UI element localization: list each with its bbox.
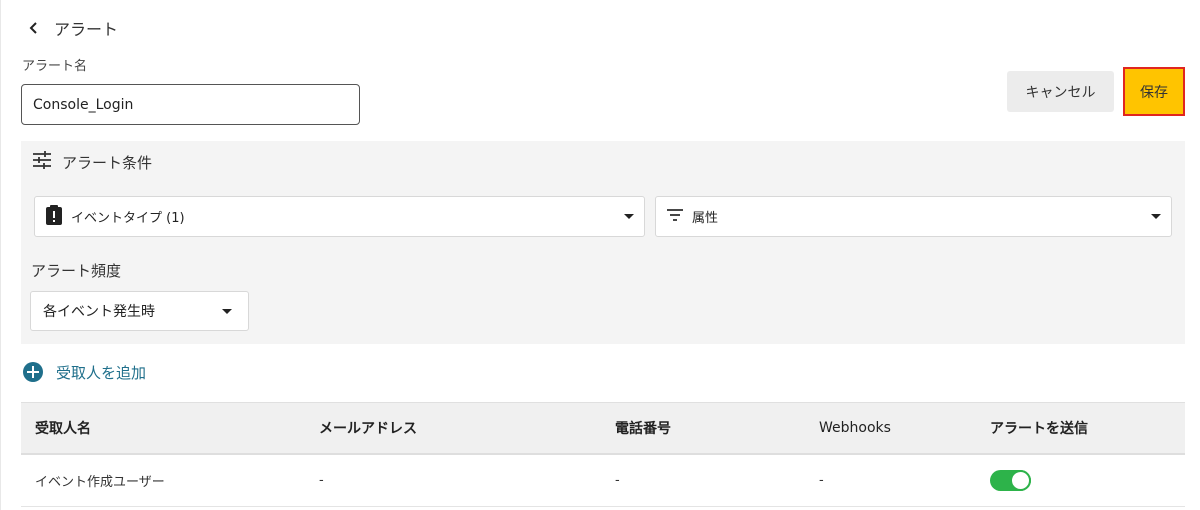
- caret-down-icon: [1151, 214, 1161, 219]
- page-left-border: [0, 0, 1, 510]
- cancel-button[interactable]: キャンセル: [1007, 71, 1114, 112]
- back-link[interactable]: アラート: [22, 16, 118, 40]
- event-type-value: イベントタイプ (1): [71, 211, 185, 226]
- alert-frequency-dropdown[interactable]: 各イベント発生時: [30, 291, 249, 331]
- attribute-value: 属性: [692, 211, 719, 226]
- alert-conditions-title: アラート条件: [62, 153, 153, 172]
- column-header-send-alert[interactable]: アラートを送信: [990, 403, 1088, 453]
- table-header: 受取人名 メールアドレス 電話番号 Webhooks アラートを送信: [21, 402, 1185, 455]
- column-header-phone[interactable]: 電話番号: [615, 403, 671, 453]
- attribute-dropdown[interactable]: 属性: [655, 196, 1172, 237]
- recipient-phone-cell: -: [615, 473, 620, 488]
- page-title: アラート: [54, 20, 119, 39]
- toggle-knob: [1010, 470, 1031, 491]
- recipient-webhooks-cell: -: [819, 473, 824, 488]
- add-recipient-button[interactable]: 受取人を追加: [23, 360, 146, 384]
- clipboard-alert-icon: [45, 204, 63, 229]
- event-type-dropdown[interactable]: イベントタイプ (1): [34, 196, 645, 237]
- column-header-webhooks[interactable]: Webhooks: [819, 403, 891, 453]
- filter-icon: [666, 207, 684, 226]
- alert-conditions-header: アラート条件: [32, 151, 152, 173]
- recipients-table: 受取人名 メールアドレス 電話番号 Webhooks アラートを送信 イベント作…: [21, 402, 1185, 507]
- save-button[interactable]: 保存: [1123, 67, 1185, 116]
- column-header-name[interactable]: 受取人名: [35, 403, 91, 453]
- chevron-left-icon: [22, 16, 46, 40]
- add-recipient-label: 受取人を追加: [56, 363, 147, 382]
- caret-down-icon: [624, 214, 634, 219]
- plus-circle-icon: [23, 362, 43, 382]
- alert-name-label: アラート名: [22, 59, 88, 74]
- alert-conditions-panel: アラート条件 イベントタイプ (1) 属性 アラート頻度 各イベント発生時: [21, 141, 1185, 344]
- alert-frequency-label: アラート頻度: [31, 262, 122, 280]
- send-alert-cell: [990, 455, 1031, 506]
- sliders-icon: [32, 151, 52, 173]
- caret-down-icon: [222, 308, 232, 314]
- alert-name-input[interactable]: [21, 84, 360, 125]
- recipient-name-cell: イベント作成ユーザー: [35, 475, 165, 490]
- alert-frequency-value: 各イベント発生時: [43, 304, 155, 320]
- table-row: イベント作成ユーザー - - -: [21, 455, 1185, 507]
- column-header-email[interactable]: メールアドレス: [319, 403, 417, 453]
- recipient-email-cell: -: [319, 473, 324, 488]
- send-alert-toggle[interactable]: [990, 470, 1031, 491]
